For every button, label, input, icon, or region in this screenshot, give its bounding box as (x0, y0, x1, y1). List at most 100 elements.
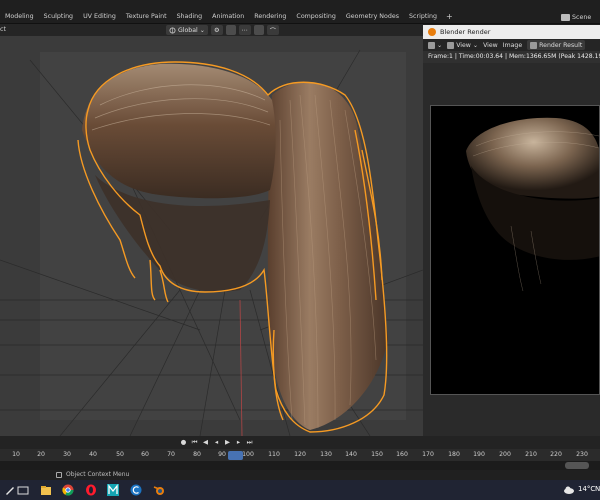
timeline-track[interactable] (0, 461, 600, 470)
timeline-ruler[interactable]: 10 20 30 40 50 60 70 80 90 100 110 120 1… (0, 449, 600, 461)
orientation-label: Global (178, 26, 198, 34)
proportional-edit-toggle[interactable] (253, 25, 264, 35)
workspace-bar: Modeling Sculpting UV Editing Texture Pa… (0, 0, 600, 24)
viewport-header: ct Global ⌄ ⚙ ⋯ ⌒ (0, 24, 423, 36)
chevron-down-icon: ⌄ (199, 26, 205, 34)
render-result-image (430, 105, 600, 395)
tab-uv-editing[interactable]: UV Editing (78, 11, 121, 23)
tick-label: 90 (218, 451, 226, 458)
current-frame-marker[interactable] (228, 451, 243, 460)
play-reverse-icon[interactable]: ◂ (213, 439, 220, 446)
tick-label: 190 (473, 451, 485, 458)
tab-compositing[interactable]: Compositing (291, 11, 340, 23)
mouse-icon (56, 472, 62, 478)
falloff-icon: ⌒ (269, 27, 276, 35)
view-mode-label: View (456, 41, 471, 49)
tab-modeling[interactable]: Modeling (0, 11, 39, 23)
tick-label: 170 (422, 451, 434, 458)
tab-scripting[interactable]: Scripting (404, 11, 442, 23)
pivot-dropdown[interactable]: ⚙ (210, 25, 223, 35)
status-bar: Object Context Menu (0, 470, 600, 480)
jump-start-icon[interactable]: ⏮ (191, 439, 198, 446)
3d-viewport[interactable] (0, 36, 423, 436)
snap-target-dropdown[interactable]: ⋯ (238, 25, 251, 35)
play-icon[interactable]: ▶ (224, 439, 231, 446)
editor-type-dropdown[interactable]: ⌄ (428, 41, 442, 49)
scene-icon (561, 13, 570, 21)
render-window-title: Blender Render (440, 28, 491, 36)
snap-toggle[interactable] (225, 25, 236, 35)
os-taskbar (0, 480, 600, 500)
tick-label: 100 (242, 451, 254, 458)
tick-label: 220 (550, 451, 562, 458)
image-menu[interactable]: Image (503, 42, 522, 49)
tick-label: 50 (116, 451, 124, 458)
next-keyframe-icon[interactable]: ▸ (235, 439, 242, 446)
render-result-icon (530, 41, 538, 49)
object-menu[interactable]: ct (0, 24, 6, 36)
view-icon (447, 41, 455, 49)
workspace-tabs: Modeling Sculpting UV Editing Texture Pa… (0, 11, 457, 23)
pen-icon[interactable] (4, 484, 16, 496)
render-result-dropdown[interactable]: Render Result (527, 40, 586, 50)
image-editor-icon (428, 41, 435, 49)
add-workspace-button[interactable]: + (442, 11, 457, 23)
weather-cloud-icon (564, 486, 574, 494)
prev-keyframe-icon[interactable]: ◀ (202, 439, 209, 446)
orientation-dropdown[interactable]: Global ⌄ (166, 25, 208, 35)
tab-geometry-nodes[interactable]: Geometry Nodes (341, 11, 404, 23)
blender-icon[interactable] (153, 484, 165, 496)
cinema4d-icon[interactable] (130, 484, 142, 496)
tick-label: 180 (448, 451, 460, 458)
tick-label: 30 (63, 451, 71, 458)
blender-logo-icon (428, 28, 436, 36)
tick-label: 120 (294, 451, 306, 458)
rendered-hair (466, 117, 599, 292)
viewport-canvas (0, 36, 423, 436)
view-menu[interactable]: View (483, 42, 498, 49)
view-mode-dropdown[interactable]: View ⌄ (447, 41, 478, 49)
tab-shading[interactable]: Shading (172, 11, 208, 23)
tick-label: 130 (320, 451, 332, 458)
tick-label: 150 (371, 451, 383, 458)
tick-label: 160 (396, 451, 408, 458)
scene-selector[interactable]: Scene (561, 11, 600, 23)
tick-label: 60 (141, 451, 149, 458)
tick-label: 20 (37, 451, 45, 458)
weather-temperature[interactable]: 14°C (578, 485, 595, 493)
scene-label: Scene (572, 13, 592, 21)
render-info-bar: Frame:1 | Time:00:03.64 | Mem:1366.65M (… (423, 51, 600, 63)
tab-texture-paint[interactable]: Texture Paint (121, 11, 172, 23)
render-result-label: Render Result (539, 41, 583, 49)
jump-end-icon[interactable]: ⏭ (246, 439, 253, 446)
chrome-icon[interactable] (62, 484, 74, 496)
grid-icon: ⋯ (241, 26, 248, 34)
falloff-dropdown[interactable]: ⌒ (266, 25, 279, 35)
tick-label: 80 (193, 451, 201, 458)
tick-label: 140 (345, 451, 357, 458)
render-window-header: ⌄ View ⌄ View Image Render Result (423, 39, 600, 51)
record-button[interactable]: ● (180, 439, 187, 446)
file-explorer-icon[interactable] (40, 484, 52, 496)
tick-label: 40 (89, 451, 97, 458)
maya-icon[interactable] (107, 484, 119, 496)
tab-sculpting[interactable]: Sculpting (39, 11, 78, 23)
render-window-titlebar: Blender Render (423, 25, 600, 39)
tick-label: 110 (268, 451, 280, 458)
transform-orientation-group: Global ⌄ ⚙ ⋯ ⌒ (166, 25, 279, 35)
tab-animation[interactable]: Animation (207, 11, 249, 23)
tick-label: 200 (499, 451, 511, 458)
taskbar-overflow[interactable]: N (595, 485, 600, 493)
tick-label: 10 (12, 451, 20, 458)
timeline-scrollbar[interactable] (565, 462, 589, 469)
status-hint: Object Context Menu (66, 471, 130, 478)
tab-rendering[interactable]: Rendering (249, 11, 291, 23)
opera-icon[interactable] (85, 484, 97, 496)
task-view-icon[interactable] (17, 484, 29, 496)
playback-controls: ● ⏮ ◀ ◂ ▶ ▸ ⏭ (180, 438, 253, 447)
tick-label: 210 (525, 451, 537, 458)
tick-label: 230 (576, 451, 588, 458)
orientation-icon (169, 27, 176, 33)
pivot-icon: ⚙ (213, 26, 220, 34)
tick-label: 70 (167, 451, 175, 458)
